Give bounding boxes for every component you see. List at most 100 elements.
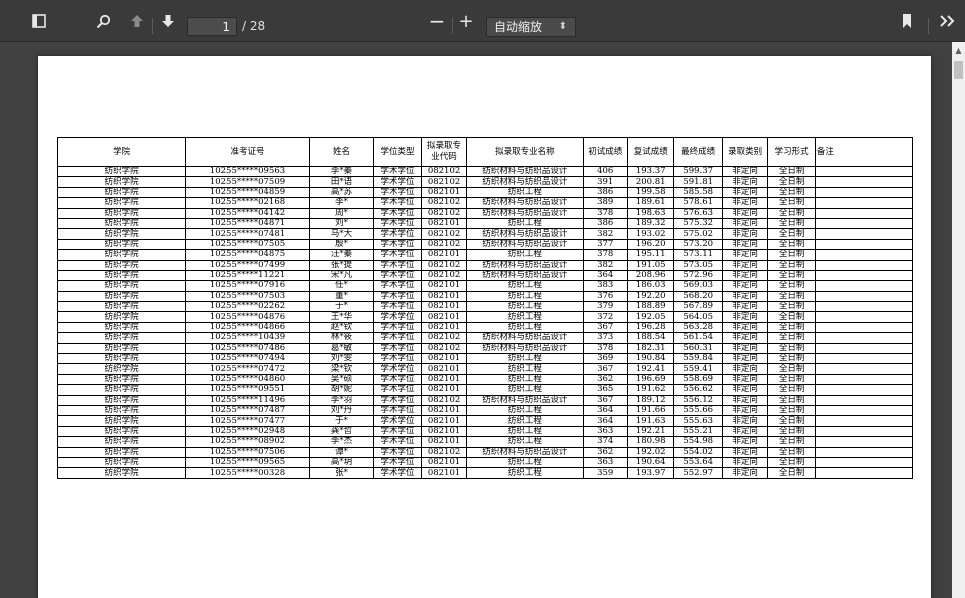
sidebar-icon bbox=[32, 14, 46, 28]
table-cell: 364 bbox=[582, 415, 628, 427]
table-cell: 张*提 bbox=[308, 259, 375, 271]
table-cell: 406 bbox=[582, 165, 628, 178]
table-cell: 葛*敏 bbox=[308, 342, 375, 355]
table-cell bbox=[814, 373, 914, 386]
arrow-down-icon bbox=[162, 15, 174, 27]
table-row: 纺织学院 10255*****04142 周* 学术学位 082102 纺织材料与纺织品设… bbox=[56, 207, 914, 219]
table-row: 纺织学院 10255*****07472 梁*钦 学术学位 082101 纺织工程 367 1… bbox=[56, 363, 914, 375]
table-row: 纺织学院 10255*****11221 宋*凡 学术学位 082102 纺织材料与纺织品… bbox=[56, 269, 914, 282]
table-cell: 569.03 bbox=[673, 280, 723, 292]
table-cell: 196.28 bbox=[626, 321, 675, 334]
table-row: 纺织学院 10255*****07477 于* 学术学位 082101 纺织工程 364 19… bbox=[56, 415, 914, 427]
document-viewer[interactable]: 学院 准考证号 姓名 学位类型 拟录取专业代码 拟录取专业名称 初试成绩 复试成… bbox=[0, 42, 952, 598]
table-cell: 367 bbox=[582, 363, 628, 375]
table-cell: 于* bbox=[308, 415, 375, 427]
table-cell: 573.05 bbox=[673, 259, 723, 271]
table-cell: 191.05 bbox=[626, 259, 675, 271]
table-cell: 纺织学院 bbox=[56, 269, 187, 282]
scroll-thumb[interactable] bbox=[954, 61, 963, 79]
table-cell bbox=[814, 217, 914, 230]
table-cell: 非定向 bbox=[721, 446, 769, 458]
table-cell: 非定向 bbox=[721, 404, 769, 417]
table-row: 纺织学院 10255*****07486 葛*敏 学术学位 082102 纺织材料与纺织品… bbox=[56, 342, 914, 355]
table-cell bbox=[814, 425, 914, 438]
zoom-in-button[interactable]: + bbox=[457, 9, 475, 33]
vertical-scrollbar[interactable]: ▲ bbox=[952, 42, 965, 598]
table-cell: 纺织材料与纺织品设计 bbox=[466, 259, 584, 271]
table-cell: 纺织学院 bbox=[56, 217, 187, 230]
table-cell bbox=[814, 290, 914, 303]
table-cell: 082101 bbox=[420, 301, 468, 313]
table-cell bbox=[814, 207, 914, 219]
table-cell: 学术学位 bbox=[373, 165, 422, 178]
table-cell: 高*玥 bbox=[308, 456, 375, 469]
table-cell: 082102 bbox=[420, 228, 468, 240]
table-cell: 非定向 bbox=[721, 176, 769, 188]
zoom-out-button[interactable]: − bbox=[428, 9, 446, 33]
table-cell: 391 bbox=[582, 176, 628, 188]
table-row: 纺织学院 10255*****09551 胡*妮 学术学位 082101 纺织工程 365 1… bbox=[56, 384, 914, 396]
table-cell: 082101 bbox=[420, 384, 468, 396]
table-cell: 082102 bbox=[420, 446, 468, 458]
table-cell: 全日制 bbox=[767, 404, 816, 417]
table-cell: 376 bbox=[582, 290, 628, 303]
table-cell: 纺织学院 bbox=[56, 321, 187, 334]
header-name: 姓名 bbox=[308, 137, 375, 167]
table-row: 纺织学院 10255*****07503 董* 学术学位 082101 纺织工程 376 19… bbox=[56, 290, 914, 303]
toolbar-separator bbox=[452, 18, 453, 34]
table-row: 纺织学院 10255*****07494 刘*雯 学术学位 082101 纺织工程 369 1… bbox=[56, 353, 914, 365]
zoom-select[interactable]: 自动缩放 ⬍ bbox=[486, 17, 576, 37]
table-cell: 宋*凡 bbox=[308, 269, 375, 282]
table-cell: 非定向 bbox=[721, 207, 769, 219]
table-cell: 学术学位 bbox=[373, 259, 422, 271]
next-page-button[interactable] bbox=[158, 9, 178, 33]
table-cell: 359 bbox=[582, 467, 628, 479]
table-cell: 全日制 bbox=[767, 228, 816, 240]
table-cell: 非定向 bbox=[721, 238, 769, 251]
find-button[interactable] bbox=[92, 9, 114, 33]
sidebar-toggle-button[interactable] bbox=[28, 9, 50, 33]
table-cell: 全日制 bbox=[767, 467, 816, 479]
table-cell: 非定向 bbox=[721, 186, 769, 199]
table-cell: 纺织材料与纺织品设计 bbox=[466, 197, 584, 209]
table-cell: 082101 bbox=[420, 311, 468, 323]
table-row: 纺织学院 10255*****09565 高*玥 学术学位 082101 纺织工程 363 1… bbox=[56, 456, 914, 469]
page-number-input[interactable] bbox=[187, 17, 237, 36]
table-cell: 纺织材料与纺织品设计 bbox=[466, 332, 584, 344]
table-cell: 纺织学院 bbox=[56, 363, 187, 375]
table-cell: 573.20 bbox=[673, 238, 723, 251]
table-cell: 全日制 bbox=[767, 197, 816, 209]
table-cell: 纺织学院 bbox=[56, 436, 187, 448]
table-cell: 576.63 bbox=[673, 207, 723, 219]
table-cell: 367 bbox=[582, 394, 628, 407]
table-cell: 学术学位 bbox=[373, 321, 422, 334]
scroll-up-icon[interactable]: ▲ bbox=[952, 42, 965, 59]
table-row: 纺织学院 10255*****02262 于* 学术学位 082101 纺织工程 379 18… bbox=[56, 301, 914, 313]
table-row: 纺织学院 10255*****07505 殷* 学术学位 082102 纺织材料与纺织品设… bbox=[56, 238, 914, 251]
table-cell: 全日制 bbox=[767, 269, 816, 282]
table-cell: 学术学位 bbox=[373, 207, 422, 219]
table-cell: 全日制 bbox=[767, 353, 816, 365]
table-cell: 378 bbox=[582, 342, 628, 355]
table-cell: 非定向 bbox=[721, 321, 769, 334]
table-cell: 全日制 bbox=[767, 425, 816, 438]
table-cell: 非定向 bbox=[721, 363, 769, 375]
table-cell: 刘* bbox=[308, 217, 375, 230]
table-cell: 555.66 bbox=[673, 404, 723, 417]
header-study-mode: 学习形式 bbox=[767, 137, 816, 167]
tools-button[interactable] bbox=[936, 9, 960, 33]
table-cell: 10255*****11221 bbox=[185, 269, 310, 282]
table-cell: 192.05 bbox=[626, 311, 675, 323]
table-cell: 196.69 bbox=[626, 373, 675, 386]
table-cell: 372 bbox=[582, 311, 628, 323]
bookmark-button[interactable] bbox=[898, 9, 916, 33]
table-cell: 10255*****07916 bbox=[185, 280, 310, 292]
table-cell: 191.62 bbox=[626, 384, 675, 396]
table-cell: 208.96 bbox=[626, 269, 675, 282]
table-cell: 365 bbox=[582, 384, 628, 396]
table-cell: 学术学位 bbox=[373, 446, 422, 458]
table-cell: 10255*****07481 bbox=[185, 228, 310, 240]
previous-page-button[interactable] bbox=[127, 9, 147, 33]
table-cell: 182.31 bbox=[626, 342, 675, 355]
table-cell: 全日制 bbox=[767, 186, 816, 199]
